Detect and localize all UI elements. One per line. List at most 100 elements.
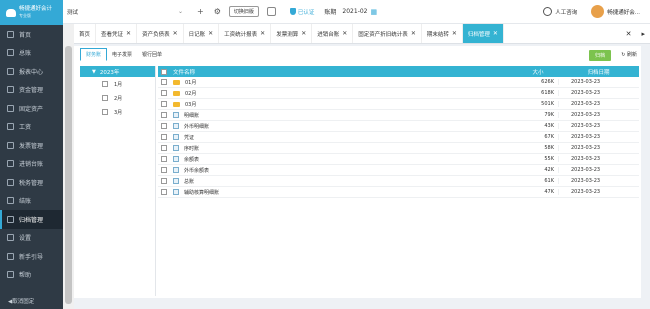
tab-2[interactable]: 资产负债表 ✕ [137, 24, 184, 43]
close-icon[interactable]: ✕ [301, 30, 306, 37]
table-row[interactable]: 外币余额表 42K 2023-03-23 [158, 165, 639, 176]
sidebar-item-7[interactable]: 进销台账 [0, 155, 63, 174]
tree-month-node[interactable]: 3月 [80, 105, 155, 119]
sidebar-item-1[interactable]: 总账 [0, 44, 63, 63]
row-checkbox[interactable] [161, 178, 167, 184]
file-name[interactable]: 凭证 [184, 134, 194, 141]
row-checkbox[interactable] [161, 112, 167, 118]
table-row[interactable]: 外币明细账 43K 2023-03-23 [158, 121, 639, 132]
refresh-button[interactable]: ↻ 刷新 [621, 51, 637, 58]
row-checkbox[interactable] [161, 145, 167, 151]
tree-month-label: 1月 [114, 81, 123, 88]
scrollbar-thumb[interactable] [65, 46, 72, 304]
tab-7[interactable]: 固定资产折旧统计表 ✕ [353, 24, 422, 43]
close-icon[interactable]: ✕ [260, 30, 265, 37]
table-row[interactable]: 余额表 55K 2023-03-23 [158, 154, 639, 165]
headset-icon[interactable] [543, 7, 553, 16]
month-checkbox[interactable] [102, 95, 108, 101]
close-icon[interactable]: ✕ [452, 30, 457, 37]
table-row[interactable]: 凭证 67K 2023-03-23 [158, 132, 639, 143]
gear-icon[interactable]: ⚙ [214, 7, 221, 16]
switch-old-version-button[interactable]: 切换旧版 [228, 6, 259, 17]
sidebar-item-8[interactable]: 税务管理 [0, 173, 63, 192]
table-row[interactable]: 02月 618K 2023-03-23 [158, 88, 639, 99]
row-checkbox[interactable] [161, 156, 167, 162]
tab-9[interactable]: 归档管理 ✕ [462, 24, 504, 43]
sidebar-item-4[interactable]: 固定资产 [0, 99, 63, 118]
period-value[interactable]: 2021-02 [342, 8, 367, 15]
file-name[interactable]: 余额表 [184, 156, 199, 163]
sidebar-item-9[interactable]: 结账 [0, 192, 63, 211]
row-checkbox[interactable] [161, 101, 167, 107]
tab-6[interactable]: 进销台账 ✕ [312, 24, 354, 43]
tab-0[interactable]: 首页 [74, 24, 97, 43]
tab-3[interactable]: 日记账 ✕ [184, 24, 220, 43]
file-name[interactable]: 外币明细账 [184, 123, 209, 130]
archive-button[interactable]: 归档 [588, 50, 611, 61]
table-header: 文件名称 大小 归档日期 [158, 66, 639, 77]
close-icon[interactable]: ✕ [342, 30, 347, 37]
file-name[interactable]: 明细账 [184, 112, 199, 119]
close-icon[interactable]: ✕ [126, 30, 131, 37]
unpin-sidebar-button[interactable]: ◀取消固定 [8, 297, 34, 305]
select-all-checkbox[interactable] [161, 68, 167, 75]
sidebar-item-3[interactable]: 资金管理 [0, 81, 63, 100]
file-name[interactable]: 02月 [185, 90, 196, 97]
tab-1[interactable]: 查看凭证 ✕ [96, 24, 138, 43]
row-checkbox[interactable] [161, 79, 167, 85]
user-name[interactable]: 畅捷通好会... [607, 8, 640, 16]
close-icon[interactable]: ✕ [208, 30, 213, 37]
app-logo[interactable]: 畅捷通好会计 专业版 [0, 0, 63, 25]
close-all-tabs-icon[interactable]: ✕ [621, 24, 637, 43]
sidebar-item-5[interactable]: 工资 [0, 118, 63, 137]
row-checkbox[interactable] [161, 189, 167, 195]
table-row[interactable]: 明细账 79K 2023-03-23 [158, 110, 639, 121]
close-icon[interactable]: ✕ [173, 30, 178, 37]
add-icon[interactable]: + [197, 7, 204, 16]
tab-4[interactable]: 工资统计报表 ✕ [219, 24, 272, 43]
table-row[interactable]: 总账 61K 2023-03-23 [158, 176, 639, 187]
sidebar-item-10[interactable]: 归档管理 [0, 210, 63, 229]
tree-month-node[interactable]: 2月 [80, 91, 155, 105]
table-row[interactable]: 01月 626K 2023-03-23 [158, 77, 639, 88]
calendar-icon[interactable]: ▦ [371, 8, 378, 16]
verified-badge[interactable]: 已认证 [289, 8, 314, 16]
vertical-scrollbar[interactable] [63, 24, 74, 309]
user-avatar[interactable] [591, 5, 605, 18]
company-selector[interactable]: 测试 ⌄ [67, 8, 187, 16]
tab-5[interactable]: 发票测算 ✕ [271, 24, 313, 43]
support-link[interactable]: 人工咨询 [555, 8, 577, 16]
month-checkbox[interactable] [102, 109, 108, 115]
file-name[interactable]: 序时账 [184, 145, 199, 152]
sidebar-item-0[interactable]: 首页 [0, 25, 63, 44]
tab-menu-icon[interactable]: ▸ [636, 24, 650, 43]
close-icon[interactable]: ✕ [493, 30, 498, 37]
subtab-1[interactable]: 电子发票 [107, 49, 137, 60]
file-name[interactable]: 03月 [185, 101, 196, 108]
table-row[interactable]: 03月 501K 2023-03-23 [158, 99, 639, 110]
sidebar-item-13[interactable]: 帮助 [0, 266, 63, 285]
table-row[interactable]: 辅助核算明细账 47K 2023-03-23 [158, 187, 639, 198]
screen-icon[interactable] [266, 7, 276, 16]
row-checkbox[interactable] [161, 167, 167, 173]
tree-year-node[interactable]: ▼ 2023年 [80, 66, 155, 77]
tree-month-node[interactable]: 1月 [80, 77, 155, 91]
row-checkbox[interactable] [161, 123, 167, 129]
file-name[interactable]: 外币余额表 [184, 167, 209, 174]
sidebar-item-12[interactable]: 新手引导 [0, 247, 63, 266]
tab-8[interactable]: 期末结转 ✕ [422, 24, 463, 43]
archive-panel: 财务账 电子发票 银行回单 归档 ↻ 刷新 ▼ 2023年 1月 2月 3月 文件名称 … [74, 46, 641, 298]
file-name[interactable]: 总账 [184, 178, 194, 185]
file-name[interactable]: 辅助核算明细账 [184, 189, 219, 196]
row-checkbox[interactable] [161, 90, 167, 96]
table-row[interactable]: 序时账 58K 2023-03-23 [158, 143, 639, 154]
sidebar-item-6[interactable]: 发票管理 [0, 136, 63, 155]
subtab-0[interactable]: 财务账 [80, 48, 108, 61]
close-icon[interactable]: ✕ [411, 30, 416, 37]
sidebar-item-2[interactable]: 报表中心 [0, 62, 63, 81]
subtab-2[interactable]: 银行回单 [137, 49, 167, 60]
sidebar-item-11[interactable]: 设置 [0, 229, 63, 248]
file-name[interactable]: 01月 [185, 79, 196, 86]
month-checkbox[interactable] [102, 81, 108, 87]
row-checkbox[interactable] [161, 134, 167, 140]
